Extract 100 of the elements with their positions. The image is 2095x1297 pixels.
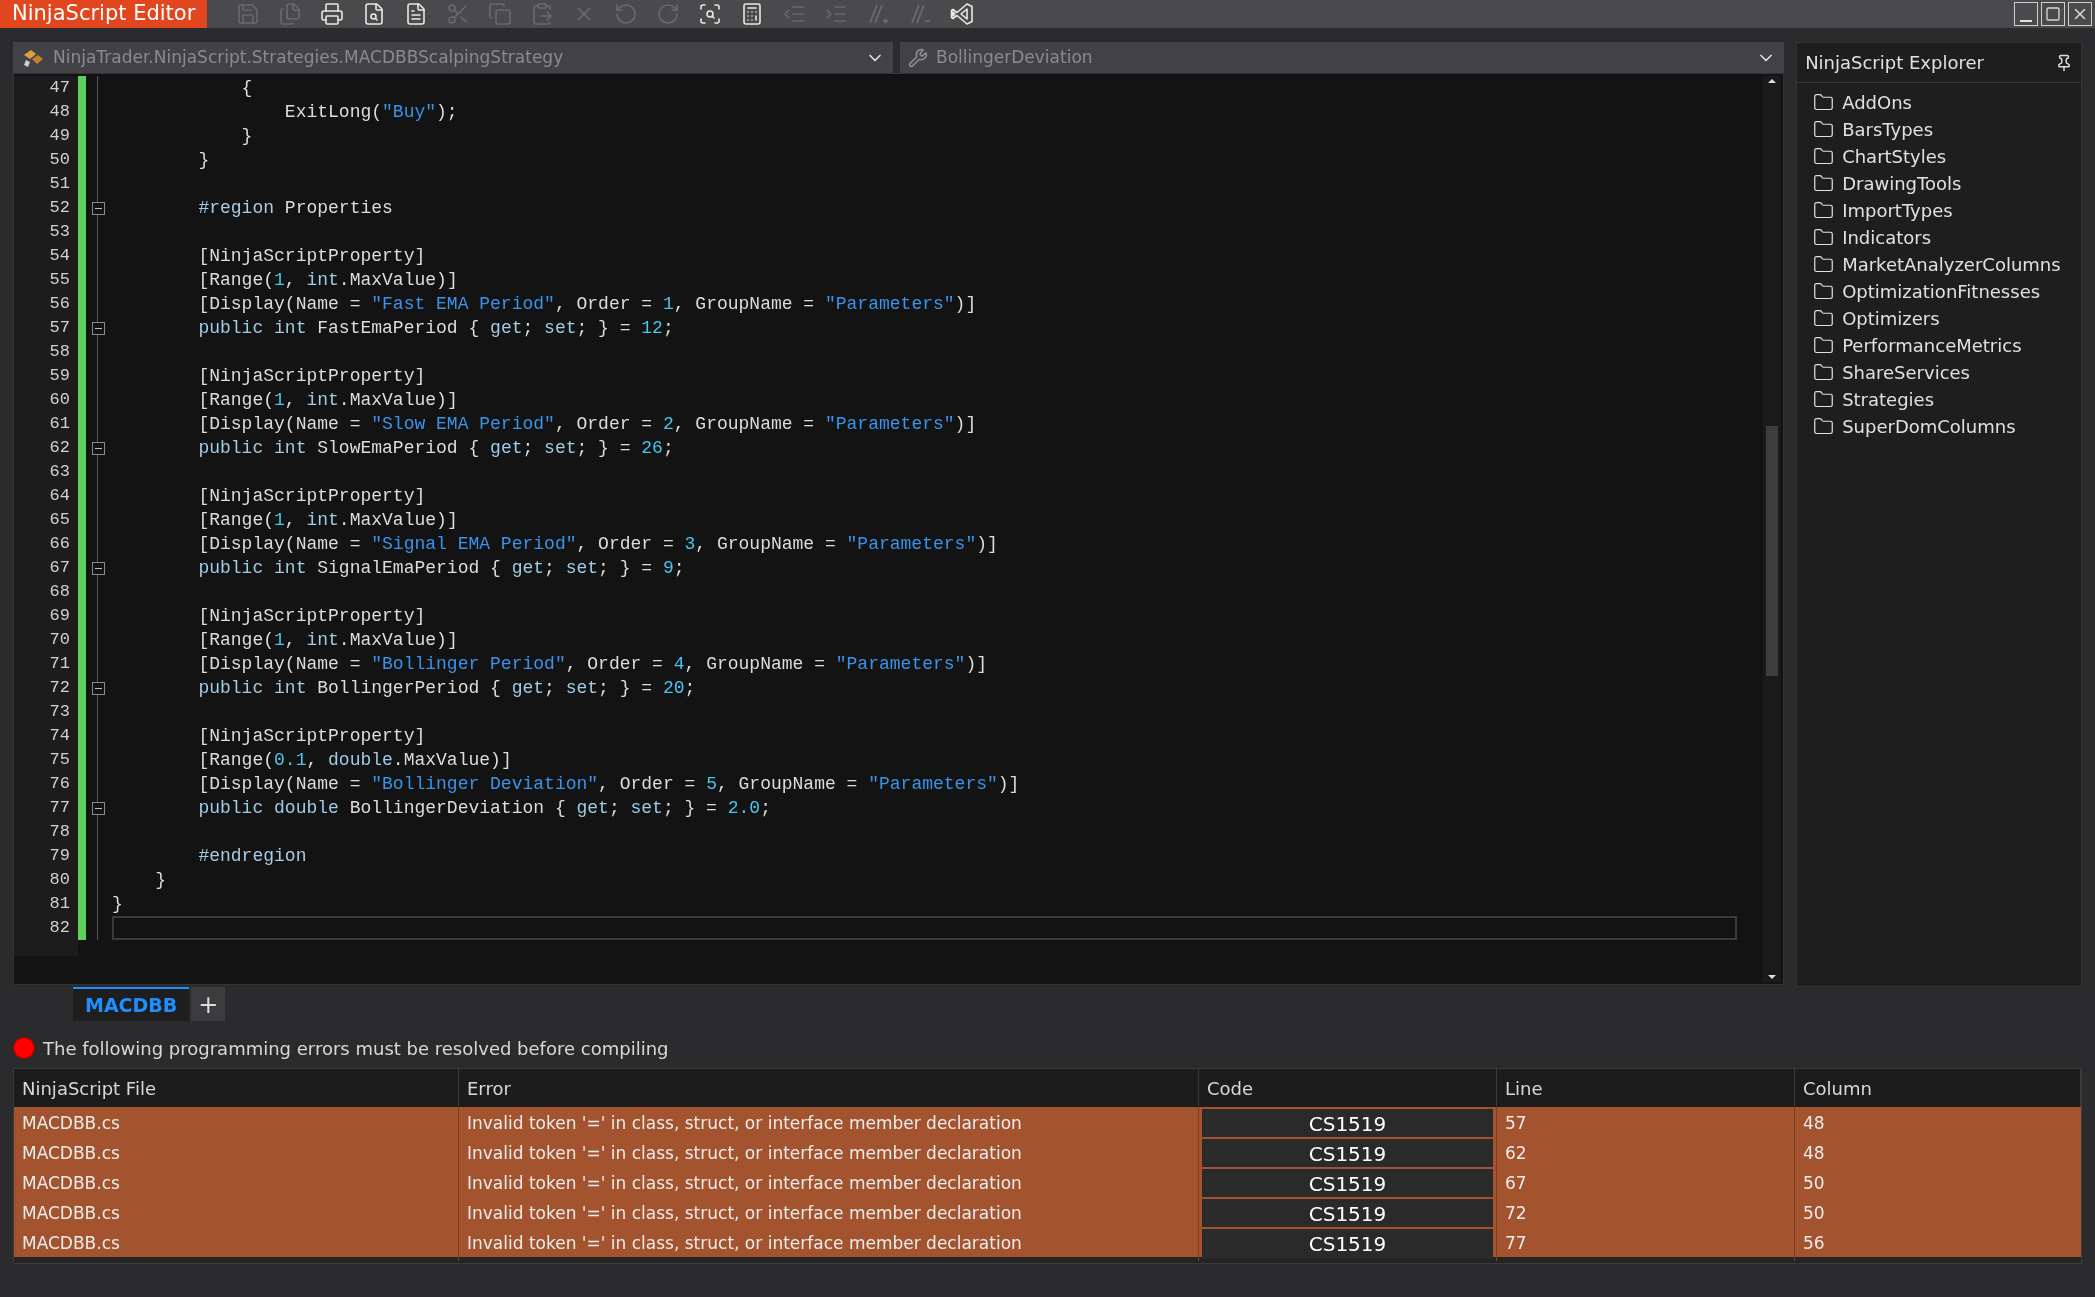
folder-icon bbox=[1813, 281, 1835, 302]
minimize-icon bbox=[2020, 20, 2032, 22]
table-cell: MACDBB.cs bbox=[14, 1227, 459, 1261]
code-line: [Display(Name = "Bollinger Deviation", Order = 5, GroupName = "Parameters")] bbox=[197, 774, 1020, 794]
scrollbar-thumb[interactable] bbox=[1766, 426, 1779, 676]
line-number: 69 bbox=[48, 605, 71, 627]
line-number: 63 bbox=[48, 461, 71, 483]
error-row[interactable]: MACDBB.cs Invalid token '=' in class, struct, or interface member declaration CS1519 62 48 bbox=[14, 1137, 2081, 1167]
code-line: [NinjaScriptProperty] bbox=[197, 486, 426, 506]
line-number: 76 bbox=[48, 773, 71, 795]
line-number: 78 bbox=[48, 821, 71, 843]
code-line: [NinjaScriptProperty] bbox=[197, 366, 426, 386]
folder-icon bbox=[1813, 146, 1835, 167]
folder-icon bbox=[1813, 92, 1835, 113]
code-line: [NinjaScriptProperty] bbox=[197, 606, 426, 626]
collapse-icon[interactable] bbox=[91, 681, 105, 695]
collapse-icon[interactable] bbox=[91, 801, 105, 815]
explorer-folder[interactable]: AddOns bbox=[1813, 89, 2081, 116]
line-number: 80 bbox=[48, 869, 71, 891]
scroll-down-icon[interactable] bbox=[1766, 972, 1779, 982]
code-line: #endregion bbox=[197, 846, 307, 866]
explorer-folder[interactable]: ChartStyles bbox=[1813, 143, 2081, 170]
explorer-folder[interactable]: OptimizationFitnesses bbox=[1813, 278, 2081, 305]
line-number: 70 bbox=[48, 629, 71, 651]
error-row[interactable]: MACDBB.cs Invalid token '=' in class, struct, or interface member declaration CS1519 72 50 bbox=[14, 1197, 2081, 1227]
minimize-button[interactable] bbox=[2014, 2, 2038, 26]
error-code: CS1519 bbox=[1202, 1109, 1493, 1139]
error-row[interactable]: MACDBB.cs Invalid token '=' in class, struct, or interface member declaration CS1519 57 48 bbox=[14, 1107, 2081, 1137]
line-number: 81 bbox=[48, 893, 71, 915]
explorer-folder[interactable]: DrawingTools bbox=[1813, 170, 2081, 197]
line-number: 49 bbox=[48, 125, 71, 147]
explorer-folder[interactable]: ShareServices bbox=[1813, 359, 2081, 386]
maximize-icon bbox=[2045, 6, 2061, 22]
table-cell-text: 48 bbox=[1802, 1112, 1826, 1136]
explorer-folder[interactable]: Indicators bbox=[1813, 224, 2081, 251]
collapse-icon[interactable] bbox=[91, 441, 105, 455]
collapse-icon[interactable] bbox=[91, 201, 105, 215]
line-number: 58 bbox=[48, 341, 71, 363]
folder-icon bbox=[1813, 416, 1835, 437]
explorer-folder[interactable]: Strategies bbox=[1813, 386, 2081, 413]
folder-icon bbox=[1813, 254, 1835, 275]
folder-icon bbox=[1813, 362, 1835, 383]
line-number: 77 bbox=[48, 797, 71, 819]
add-tab-button[interactable]: + bbox=[191, 987, 226, 1021]
code-line: public int SlowEmaPeriod { get; set; } = 26; bbox=[197, 438, 674, 458]
error-code: CS1519 bbox=[1202, 1229, 1493, 1259]
maximize-button[interactable] bbox=[2041, 2, 2065, 26]
error-code: CS1519 bbox=[1202, 1139, 1493, 1169]
code-line: public int SignalEmaPeriod { get; set; } = 9; bbox=[197, 558, 685, 578]
error-code: CS1519 bbox=[1202, 1169, 1493, 1199]
collapse-icon[interactable] bbox=[91, 321, 105, 335]
explorer-folder[interactable]: Optimizers bbox=[1813, 305, 2081, 332]
folder-icon bbox=[1813, 335, 1835, 356]
code-line: } bbox=[240, 126, 253, 146]
line-number: 72 bbox=[48, 677, 71, 699]
close-button[interactable] bbox=[2068, 2, 2092, 26]
line-number: 74 bbox=[48, 725, 71, 747]
line-number: 56 bbox=[48, 293, 71, 315]
code-line: [Display(Name = "Bollinger Period", Order = 4, GroupName = "Parameters")] bbox=[197, 654, 987, 674]
line-number: 62 bbox=[48, 437, 71, 459]
code-line: #region Properties bbox=[197, 198, 393, 218]
pin-icon[interactable] bbox=[2055, 53, 2073, 72]
scroll-up-icon[interactable] bbox=[1766, 76, 1779, 86]
explorer-folder[interactable]: MarketAnalyzerColumns bbox=[1813, 251, 2081, 278]
vertical-scrollbar[interactable] bbox=[1763, 76, 1782, 982]
code-line: } bbox=[112, 894, 123, 914]
code-line: } bbox=[154, 870, 166, 890]
folder-icon bbox=[1813, 227, 1835, 248]
line-number: 68 bbox=[48, 581, 71, 603]
code-line: [NinjaScriptProperty] bbox=[197, 726, 426, 746]
code-line: [Range(1, int.MaxValue)] bbox=[197, 510, 458, 530]
line-number: 47 bbox=[48, 77, 71, 99]
folder-icon bbox=[1813, 308, 1835, 329]
folder-icon bbox=[1813, 389, 1835, 410]
line-number: 61 bbox=[48, 413, 71, 435]
line-number: 55 bbox=[48, 269, 71, 291]
error-row[interactable]: MACDBB.cs Invalid token '=' in class, struct, or interface member declaration CS1519 67 50 bbox=[14, 1167, 2081, 1197]
code-line: public int FastEmaPeriod { get; set; } = 12; bbox=[197, 318, 674, 338]
line-number: 51 bbox=[48, 173, 71, 195]
line-number: 48 bbox=[48, 101, 71, 123]
explorer-folder[interactable]: ImportTypes bbox=[1813, 197, 2081, 224]
explorer-folder[interactable]: PerformanceMetrics bbox=[1813, 332, 2081, 359]
code-line: [Range(1, int.MaxValue)] bbox=[197, 390, 458, 410]
wrench-icon bbox=[908, 47, 928, 68]
file-tab[interactable]: MACDBB bbox=[73, 987, 190, 1021]
explorer-folder[interactable]: SuperDomColumns bbox=[1813, 413, 2081, 440]
line-number: 59 bbox=[48, 365, 71, 387]
collapse-icon[interactable] bbox=[91, 561, 105, 575]
table-cell-text: 50 bbox=[1802, 1172, 1826, 1196]
window-title: NinjaScript Editor bbox=[0, 0, 208, 28]
code-line: [NinjaScriptProperty] bbox=[197, 246, 426, 266]
code-line: [Display(Name = "Fast EMA Period", Order = 1, GroupName = "Parameters")] bbox=[197, 294, 977, 314]
table-cell-text: 50 bbox=[1802, 1202, 1826, 1226]
line-number: 75 bbox=[48, 749, 71, 771]
code-line: [Range(1, int.MaxValue)] bbox=[197, 270, 458, 290]
line-number: 52 bbox=[48, 197, 71, 219]
error-code: CS1519 bbox=[1202, 1199, 1493, 1229]
line-number: 67 bbox=[48, 557, 71, 579]
explorer-folder[interactable]: BarsTypes bbox=[1813, 116, 2081, 143]
line-number: 54 bbox=[48, 245, 71, 267]
